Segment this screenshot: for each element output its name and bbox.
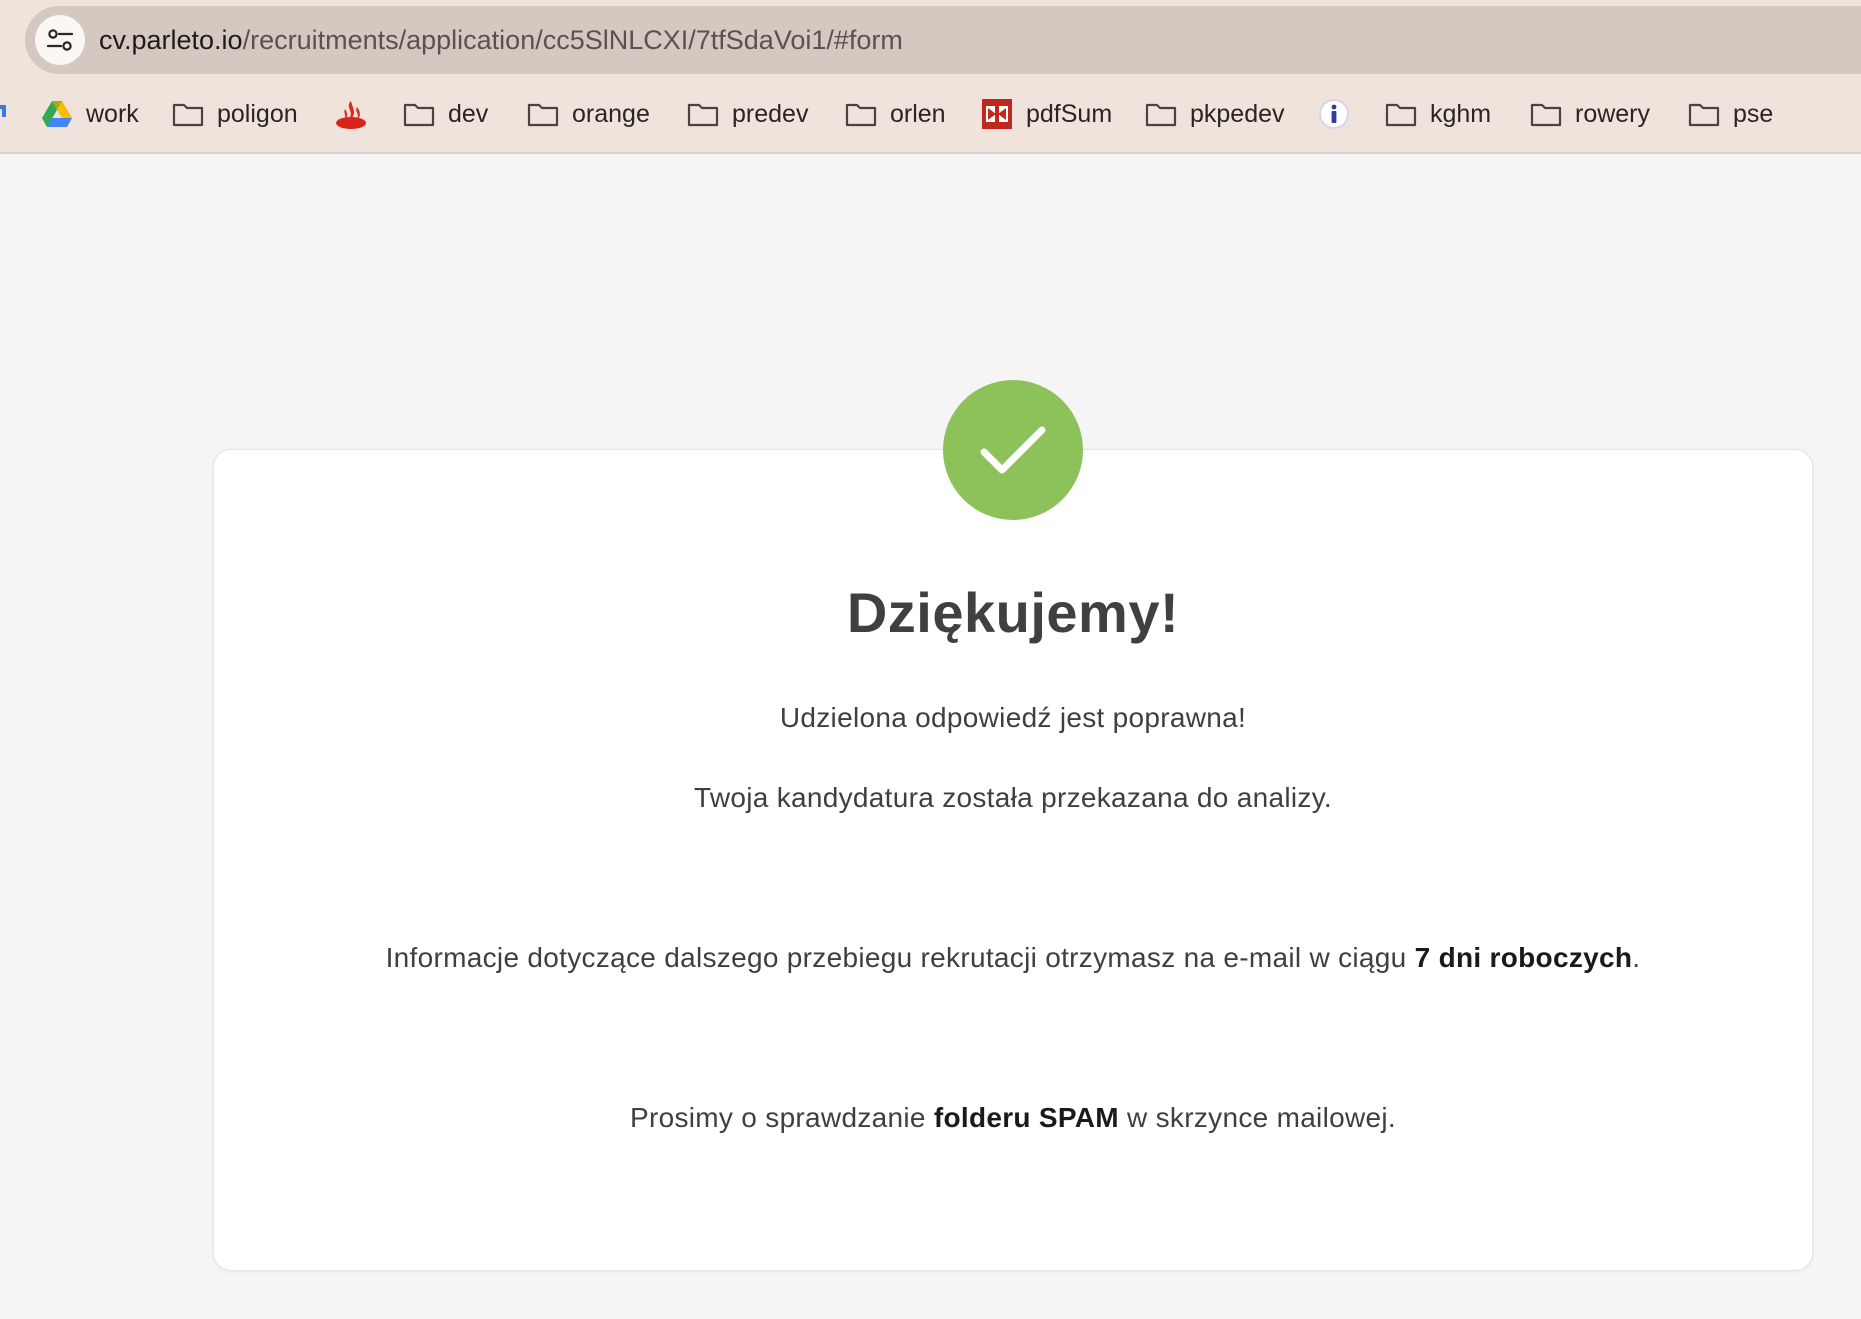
confirmation-candidacy-forwarded: Twoja kandydatura została przekazana do …: [693, 782, 1333, 813]
spam-notice-folder: folderu SPAM: [933, 1102, 1119, 1133]
bookmark-label: poligon: [217, 99, 298, 128]
confirmation-answer-correct: Udzielona odpowiedź jest poprawna!: [779, 702, 1247, 733]
google-drive-icon: [40, 97, 74, 131]
email-info-text: Informacje dotyczące dalszego przebiegu …: [385, 942, 1415, 973]
folder-icon: [1144, 97, 1178, 131]
bookmark-label: rowery: [1575, 99, 1651, 128]
url-text[interactable]: cv.parleto.io/recruitments/application/c…: [99, 6, 903, 74]
folder-icon: [1687, 97, 1721, 131]
bookmark-pse[interactable]: pse: [1687, 84, 1773, 144]
bookmark-info[interactable]: [1317, 84, 1351, 144]
bookmark-label: pdfSum: [1026, 99, 1113, 128]
pdf-tool-icon: [980, 97, 1014, 131]
browser-chrome: cv.parleto.io/recruitments/application/c…: [0, 0, 1861, 154]
bookmarks-bar: work poligon dev orange predev orlen pdf…: [0, 84, 1861, 144]
email-info-deadline: 7 dni roboczych: [1414, 942, 1633, 973]
confirmation-card: [213, 449, 1813, 1271]
bookmark-label: work: [86, 99, 139, 128]
bookmark-label: orange: [572, 99, 650, 128]
spam-notice-end: w skrzynce mailowej.: [1118, 1102, 1396, 1133]
bookmark-label: predev: [732, 99, 809, 128]
folder-icon: [686, 97, 720, 131]
bookmark-pkpedev[interactable]: pkpedev: [1144, 84, 1285, 144]
url-path: /recruitments/application/cc5SlNLCXI/7tf…: [242, 25, 903, 55]
address-bar[interactable]: cv.parleto.io/recruitments/application/c…: [25, 6, 1861, 74]
folder-icon: [1529, 97, 1563, 131]
folder-icon: [1384, 97, 1418, 131]
bookmark-label: orlen: [890, 99, 946, 128]
bookmark-label: pkpedev: [1190, 99, 1285, 128]
bookmark-rowery[interactable]: rowery: [1529, 84, 1650, 144]
confirmation-title: Dziękujemy!: [846, 581, 1180, 644]
bookmark-orlen[interactable]: orlen: [844, 84, 946, 144]
bookmark-orange[interactable]: orange: [526, 84, 650, 144]
success-check-icon: [943, 380, 1083, 520]
folder-icon: [402, 97, 436, 131]
bookmark-pdfsum[interactable]: pdfSum: [980, 84, 1112, 144]
bookmark-label: pse: [1733, 99, 1774, 128]
bookmark-label: kghm: [1430, 99, 1492, 128]
folder-icon: [171, 97, 205, 131]
email-info-end: .: [1632, 942, 1641, 973]
bookmark-work[interactable]: work: [40, 84, 139, 144]
folder-icon: [526, 97, 560, 131]
spam-notice-text: Prosimy o sprawdzanie: [630, 1102, 934, 1133]
bookmark-predev[interactable]: predev: [686, 84, 808, 144]
info-circle-icon: [1317, 97, 1351, 131]
url-host: cv.parleto.io: [99, 25, 243, 55]
bookmark-santander[interactable]: [334, 84, 368, 144]
confirmation-spam-notice: Prosimy o sprawdzanie folderu SPAM w skr…: [213, 1102, 1813, 1134]
bookmark-kghm[interactable]: kghm: [1384, 84, 1491, 144]
bookmark-label: dev: [448, 99, 489, 128]
folder-icon: [844, 97, 878, 131]
bookmark-poligon[interactable]: poligon: [171, 84, 298, 144]
bookmark-dev[interactable]: dev: [402, 84, 488, 144]
confirmation-email-info: Informacje dotyczące dalszego przebiegu …: [213, 942, 1813, 974]
santander-flame-icon: [334, 97, 368, 131]
bookmark-partial-icon[interactable]: [0, 84, 10, 144]
site-info-icon[interactable]: [35, 15, 85, 65]
